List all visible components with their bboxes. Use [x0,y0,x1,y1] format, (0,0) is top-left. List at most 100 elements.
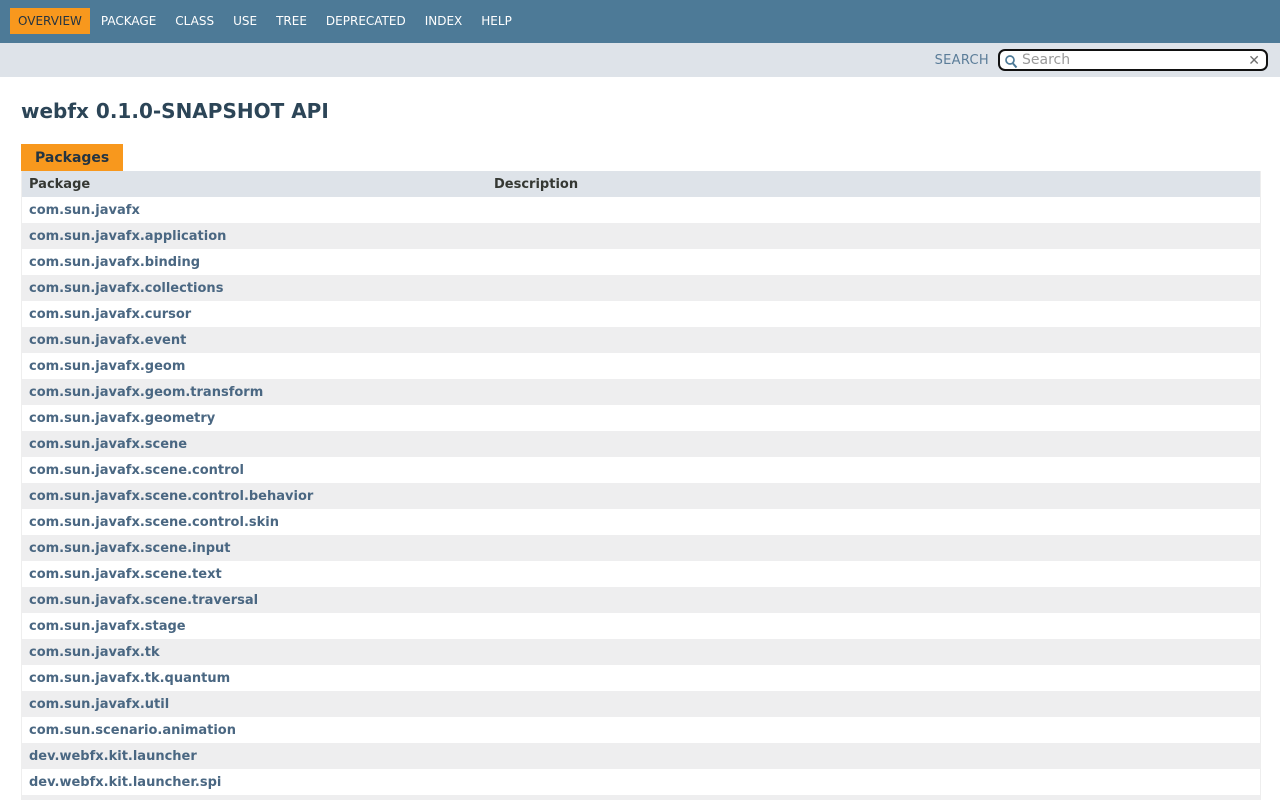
table-header-row: Package Description [22,171,1260,197]
description-cell [487,223,1260,249]
package-link[interactable]: dev.webfx.kit.launcher [29,749,197,764]
description-cell [487,405,1260,431]
package-link[interactable]: com.sun.javafx.stage [29,619,186,634]
table-row: com.sun.javafx.scene.input [22,535,1260,561]
description-cell [487,717,1260,743]
package-cell: com.sun.javafx.scene.input [22,535,487,561]
description-cell [487,483,1260,509]
table-row: com.sun.javafx.scene.control [22,457,1260,483]
package-link[interactable]: com.sun.javafx.util [29,697,169,712]
description-cell [487,509,1260,535]
description-cell [487,613,1260,639]
package-cell: com.sun.javafx.tk.quantum [22,665,487,691]
package-link[interactable]: com.sun.javafx.scene.text [29,567,222,582]
column-header-package: Package [22,171,487,197]
package-cell: com.sun.javafx.application [22,223,487,249]
description-cell [487,743,1260,769]
description-cell [487,327,1260,353]
description-cell [487,275,1260,301]
package-cell: com.sun.javafx.scene.control.behavior [22,483,487,509]
description-cell [487,457,1260,483]
table-row: com.sun.javafx.scene.control.behavior [22,483,1260,509]
nav-list: OVERVIEW PACKAGE CLASS USE TREE DEPRECATED IND… [0,0,1280,34]
package-cell: com.sun.javafx.geom [22,353,487,379]
package-link[interactable]: dev.webfx.kit.launcher.spi [29,775,221,790]
package-cell: com.sun.javafx.scene.traversal [22,587,487,613]
package-link[interactable]: com.sun.javafx.tk [29,645,160,660]
package-cell: com.sun.javafx [22,197,487,223]
description-cell [487,665,1260,691]
package-cell: com.sun.javafx.geom.transform [22,379,487,405]
package-cell: com.sun.scenario.animation [22,717,487,743]
nav-item-overview[interactable]: OVERVIEW [10,8,90,34]
table-row: com.sun.javafx.scene.traversal [22,587,1260,613]
description-cell [487,197,1260,223]
table-row: com.sun.javafx.event [22,327,1260,353]
package-link[interactable]: com.sun.javafx.tk.quantum [29,671,230,686]
description-cell [487,795,1260,800]
table-row: com.sun.javafx.geom [22,353,1260,379]
main-content: webfx 0.1.0-SNAPSHOT API Packages Packag… [0,99,1280,800]
package-cell: com.sun.javafx.util [22,691,487,717]
package-link[interactable]: com.sun.javafx [29,203,140,218]
description-cell [487,639,1260,665]
package-link[interactable]: com.sun.javafx.geometry [29,411,215,426]
package-cell: com.sun.javafx.cursor [22,301,487,327]
package-link[interactable]: com.sun.scenario.animation [29,723,236,738]
package-cell: com.sun.javafx.binding [22,249,487,275]
package-link[interactable]: com.sun.javafx.scene.control.skin [29,515,279,530]
sub-navigation-bar: SEARCH ✕ [0,43,1280,77]
nav-item-help[interactable]: HELP [473,8,520,34]
package-link[interactable]: com.sun.javafx.geom.transform [29,385,263,400]
package-link[interactable]: com.sun.javafx.scene.control [29,463,244,478]
description-cell [487,691,1260,717]
nav-item-class[interactable]: CLASS [167,8,222,34]
magnifier-icon [1004,54,1018,73]
package-link[interactable]: com.sun.javafx.scene.input [29,541,231,556]
table-row: com.sun.javafx.tk.quantum [22,665,1260,691]
description-cell [487,301,1260,327]
table-row: dev.webfx.kit.launcher.spi [22,769,1260,795]
table-row: com.sun.javafx.collections [22,275,1260,301]
search-reset-icon[interactable]: ✕ [1248,52,1260,70]
nav-item-package[interactable]: PACKAGE [93,8,164,34]
nav-item-index[interactable]: INDEX [417,8,471,34]
package-cell: com.sun.javafx.scene [22,431,487,457]
package-cell: com.sun.javafx.tk [22,639,487,665]
table-row: com.sun.javafx.tk [22,639,1260,665]
package-link[interactable]: com.sun.javafx.scene.traversal [29,593,258,608]
table-row: com.sun.javafx.scene [22,431,1260,457]
package-cell: dev.webfx.kit.launcher [22,743,487,769]
top-navigation-bar: OVERVIEW PACKAGE CLASS USE TREE DEPRECATED IND… [0,0,1280,43]
package-cell: com.sun.javafx.geometry [22,405,487,431]
column-header-description: Description [487,171,1260,197]
package-link[interactable]: com.sun.javafx.cursor [29,307,191,322]
table-row: com.sun.javafx [22,197,1260,223]
package-link[interactable]: com.sun.javafx.scene.control.behavior [29,489,313,504]
package-link[interactable]: com.sun.javafx.event [29,333,186,348]
table-row: com.sun.javafx.geom.transform [22,379,1260,405]
package-link[interactable]: com.sun.javafx.application [29,229,226,244]
description-cell [487,561,1260,587]
table-row: com.sun.javafx.stage [22,613,1260,639]
search-box: ✕ [998,49,1268,71]
table-row-partial [22,795,1260,800]
description-cell [487,535,1260,561]
table-row: com.sun.javafx.binding [22,249,1260,275]
package-link[interactable]: com.sun.javafx.binding [29,255,200,270]
package-link[interactable]: com.sun.javafx.collections [29,281,223,296]
package-cell: com.sun.javafx.scene.control.skin [22,509,487,535]
search-label: SEARCH [934,52,989,68]
package-link[interactable]: com.sun.javafx.geom [29,359,185,374]
nav-item-deprecated[interactable]: DEPRECATED [318,8,414,34]
nav-item-tree[interactable]: TREE [268,8,315,34]
search-input[interactable] [1022,52,1240,68]
nav-item-use[interactable]: USE [225,8,265,34]
package-cell: com.sun.javafx.scene.control [22,457,487,483]
page-title: webfx 0.1.0-SNAPSHOT API [21,99,329,123]
package-link[interactable]: com.sun.javafx.scene [29,437,187,452]
table-row: com.sun.javafx.scene.text [22,561,1260,587]
description-cell [487,353,1260,379]
table-row: com.sun.javafx.util [22,691,1260,717]
package-cell: com.sun.javafx.event [22,327,487,353]
